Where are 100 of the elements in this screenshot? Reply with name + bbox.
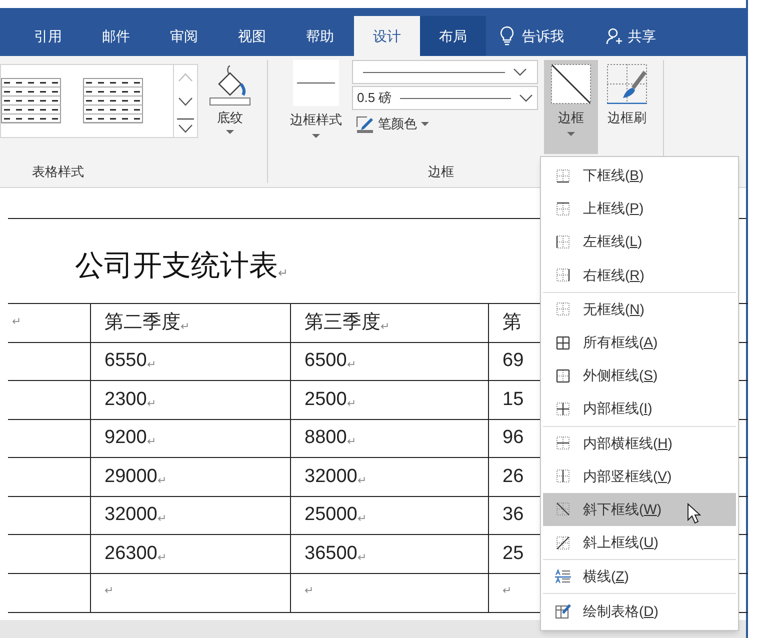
- pencil-table-icon: [555, 603, 571, 620]
- ribbon-tab[interactable]: 帮助: [286, 16, 354, 56]
- line-weight-dropdown[interactable]: 0.5 磅: [352, 86, 538, 110]
- paragraph-mark: ↵: [278, 265, 288, 282]
- column-header: 第二季度: [104, 310, 180, 334]
- chevron-down-icon: [178, 96, 193, 106]
- border-option-icon: [556, 536, 570, 550]
- pen-color-button[interactable]: 笔颜色: [352, 112, 429, 136]
- border-option-icon: [556, 368, 570, 383]
- menu-item[interactable]: 外侧框线(S): [543, 359, 736, 392]
- table-cell-text: 26: [502, 464, 524, 488]
- menu-item[interactable]: 内部框线(I): [543, 392, 736, 426]
- table-style-thumbnail: [1, 78, 61, 124]
- line-style-preview: [293, 60, 339, 106]
- border-option-icon: [556, 234, 570, 249]
- paragraph-mark: ↵: [146, 358, 156, 373]
- border-option-icon: [556, 302, 570, 316]
- expand-gallery-icon: [177, 118, 194, 132]
- border-option-icon: [556, 168, 570, 183]
- table-cell-text: 36: [502, 503, 524, 527]
- menu-item[interactable]: 斜下框线(W): [543, 492, 736, 526]
- menu-item[interactable]: 右框线(R): [543, 258, 736, 292]
- paragraph-mark: ↵: [380, 320, 390, 334]
- paragraph-mark: ↵: [146, 435, 156, 450]
- table-cell-text: 32000: [104, 503, 158, 527]
- table-cell-text: 9200: [104, 426, 147, 450]
- table-cell-text: 25000: [304, 503, 358, 527]
- document-title: 公司开支统计表: [75, 249, 278, 284]
- menu-item[interactable]: 横线(Z): [543, 560, 736, 594]
- menu-item[interactable]: 内部竖框线(V): [543, 460, 736, 493]
- caret-icon: [567, 132, 575, 136]
- paragraph-mark: ↵: [346, 396, 356, 412]
- caret-icon: [421, 122, 429, 126]
- table-cell-text: 6500: [304, 349, 347, 373]
- menu-item[interactable]: 绘制表格(D): [543, 594, 736, 628]
- line-style-dropdown[interactable]: [352, 60, 538, 84]
- share-button[interactable]: 共享: [606, 16, 656, 56]
- group-label: 边框: [428, 163, 454, 181]
- paragraph-mark: ↵: [157, 512, 166, 527]
- ribbon-tab[interactable]: 设计: [354, 16, 420, 56]
- borders-button[interactable]: 边框: [544, 60, 598, 154]
- table-cell-text: 2500: [304, 388, 347, 412]
- caret-icon: [226, 130, 234, 134]
- paragraph-mark: ↵: [157, 474, 166, 488]
- caret-icon: [312, 134, 320, 138]
- paragraph-mark: ↵: [346, 358, 356, 373]
- paragraph-mark: ↵: [357, 512, 366, 527]
- table-cell-text: 69: [502, 349, 524, 373]
- table-cell-text: 8800: [304, 426, 347, 450]
- menu-item[interactable]: 左框线(L): [543, 225, 736, 259]
- paragraph-mark: ↵: [357, 474, 366, 488]
- brush-icon: [607, 64, 647, 104]
- border-option-icon: [556, 202, 570, 216]
- table-cell-text: 6550: [104, 349, 147, 373]
- border-styles-button[interactable]: 边框样式: [280, 60, 352, 150]
- ribbon-tab[interactable]: 布局: [420, 16, 486, 56]
- diagonal-border-icon: [551, 64, 591, 104]
- horizontal-line-icon: [555, 568, 571, 585]
- menu-item[interactable]: 所有框线(A): [543, 326, 736, 360]
- paragraph-mark: ↵: [304, 584, 314, 600]
- table-cell-text: 15: [502, 388, 524, 412]
- menu-item[interactable]: 内部横框线(H): [543, 426, 736, 460]
- paragraph-mark: ↵: [146, 396, 156, 412]
- column-header: 第: [502, 310, 522, 334]
- ribbon-tab[interactable]: 审阅: [150, 16, 218, 56]
- column-header: 第三季度: [304, 310, 380, 334]
- menu-item[interactable]: 斜上框线(U): [543, 526, 736, 560]
- group-label: 表格样式: [32, 163, 84, 181]
- menu-item[interactable]: 上框线(P): [543, 192, 736, 226]
- paragraph-mark: ↵: [104, 584, 114, 600]
- person-add-icon: [606, 27, 624, 45]
- paragraph-mark: ↵: [180, 320, 190, 334]
- table-cell-text: 29000: [104, 464, 158, 488]
- table-cell-text: 36500: [304, 542, 358, 566]
- table-cell-text: 25: [502, 542, 524, 566]
- ribbon-tab[interactable]: 引用: [14, 16, 82, 56]
- border-painter-button[interactable]: 边框刷: [598, 60, 656, 150]
- lightbulb-icon: [500, 26, 514, 46]
- paragraph-mark: ↵: [357, 550, 366, 566]
- border-option-icon: [556, 402, 570, 416]
- chevron-down-icon: [513, 68, 527, 76]
- paragraph-mark: ↵: [12, 314, 21, 330]
- table-cell-text: 32000: [304, 464, 358, 488]
- menu-item[interactable]: 无框线(N): [543, 292, 736, 326]
- border-option-icon: [556, 336, 570, 350]
- border-option-icon: [556, 502, 570, 516]
- tell-me-link[interactable]: 告诉我: [522, 26, 564, 46]
- ribbon-tab[interactable]: 视图: [218, 16, 286, 56]
- table-style-gallery[interactable]: [0, 64, 198, 138]
- border-option-icon: [556, 436, 570, 450]
- shading-button[interactable]: 底纹: [204, 64, 256, 154]
- menu-item[interactable]: 下框线(B): [543, 159, 736, 192]
- paragraph-mark: ↵: [346, 435, 356, 450]
- table-style-thumbnail: [83, 78, 143, 124]
- dropdown-value: 0.5 磅: [357, 89, 392, 108]
- table-cell-text: 96: [502, 426, 524, 450]
- ribbon-tab[interactable]: 邮件: [82, 16, 150, 56]
- paragraph-mark: ↵: [502, 584, 512, 600]
- table-cell-text: 2300: [104, 388, 147, 412]
- chevron-down-icon: [519, 94, 533, 102]
